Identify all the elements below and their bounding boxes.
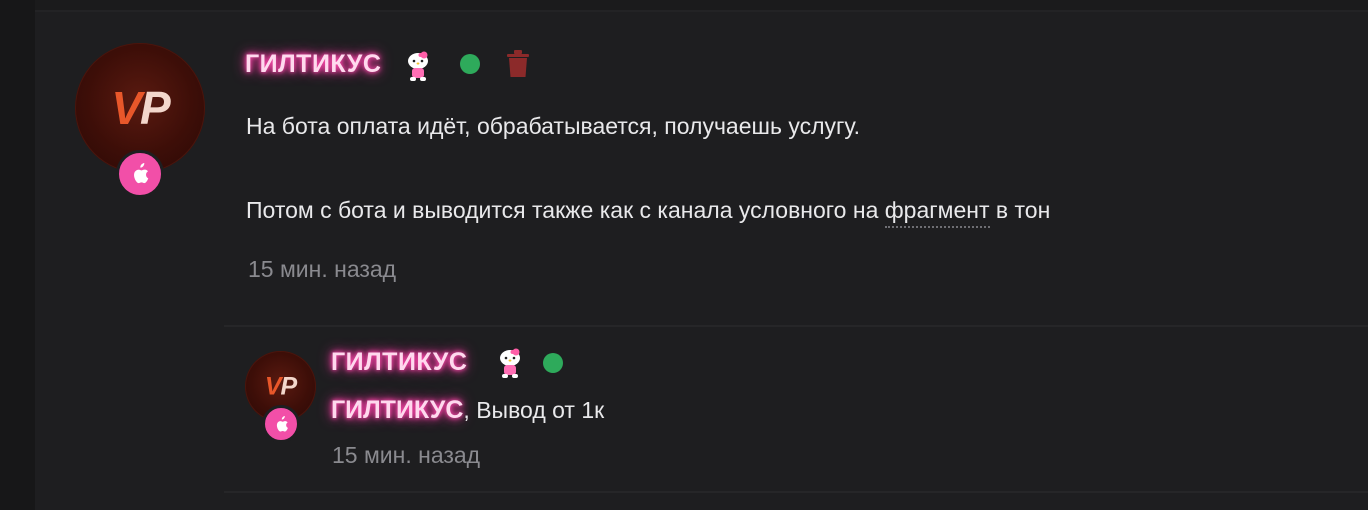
page: VP ГИЛТИКУС На бота оплата идёт, обрабат… — [0, 0, 1368, 510]
online-status-indicator — [543, 353, 563, 373]
reply-divider — [224, 325, 1368, 327]
apple-icon — [134, 163, 149, 184]
comment-thread — [35, 12, 1368, 510]
trash-icon[interactable] — [507, 50, 529, 78]
avatar-logo: VP — [111, 82, 170, 134]
avatar-logo: VP — [264, 372, 297, 400]
left-sidebar-strip — [0, 0, 35, 510]
reply-timestamp[interactable]: 15 мин. назад — [332, 442, 480, 469]
reply-divider — [224, 491, 1368, 493]
reply-text: ГИЛТИКУС, Вывод от 1к — [331, 396, 605, 424]
apple-badge — [262, 405, 300, 443]
apple-badge — [116, 150, 164, 198]
comment-text-line: Потом с бота и выводится также как с кан… — [246, 197, 1050, 228]
author-name[interactable]: ГИЛТИКУС — [245, 50, 381, 79]
apple-icon — [276, 415, 288, 432]
comment-timestamp[interactable]: 15 мин. назад — [248, 256, 396, 283]
reply-author-name[interactable]: ГИЛТИКУС — [331, 348, 467, 377]
user-mention[interactable]: ГИЛТИКУС — [331, 396, 463, 424]
hello-kitty-icon — [408, 51, 428, 81]
online-status-indicator — [460, 54, 480, 74]
fragment-link[interactable]: фрагмент — [884, 197, 990, 228]
hello-kitty-icon — [500, 348, 520, 378]
comment-text-line: На бота оплата идёт, обрабатывается, пол… — [246, 113, 860, 139]
